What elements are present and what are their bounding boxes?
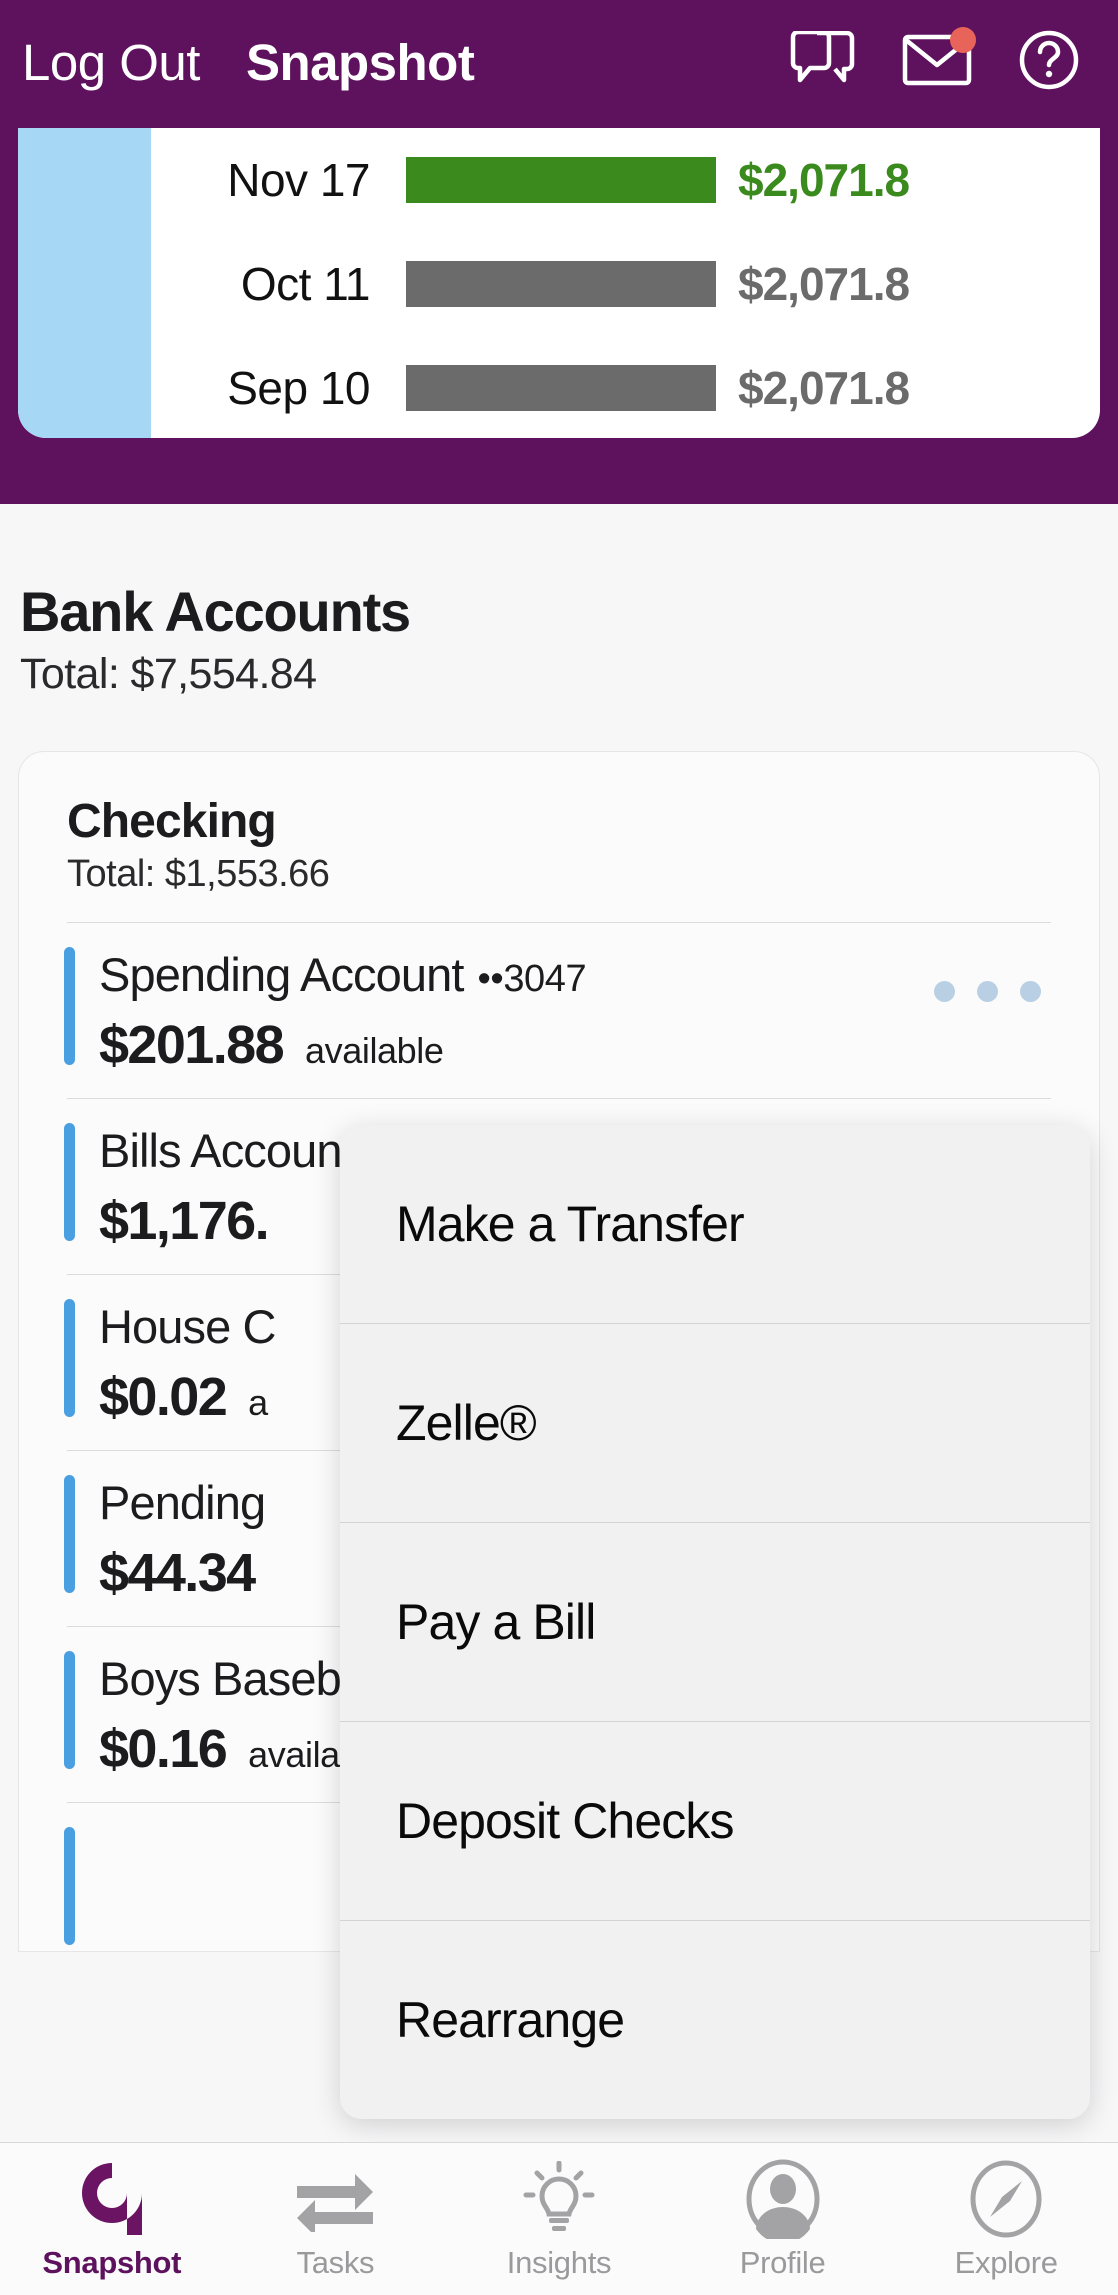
tab-label: Insights [507, 2245, 611, 2281]
dot [934, 981, 955, 1002]
chart-category-label: Oct 11 [18, 257, 406, 311]
menu-item-deposit-checks[interactable]: Deposit Checks [340, 1722, 1090, 1920]
chat-bubbles-icon[interactable] [790, 31, 856, 94]
tab-explore[interactable]: Explore [894, 2143, 1118, 2295]
account-accent-bar [64, 1475, 75, 1593]
tab-label: Profile [740, 2245, 826, 2281]
account-name: House C [99, 1299, 276, 1354]
app-header: Log Out Snapshot [0, 0, 1118, 124]
chart-value-label: $2,071.8 [738, 361, 909, 415]
group-total: Total: $1,553.66 [67, 853, 1099, 896]
transfer-arrows-icon [293, 2163, 377, 2235]
account-accent-bar [64, 1651, 75, 1769]
section-total: Total: $7,554.84 [20, 650, 1118, 699]
logout-button[interactable]: Log Out [22, 37, 200, 88]
page-title: Snapshot [246, 37, 474, 88]
account-amount-line: $201.88 available [99, 1014, 1099, 1076]
account-amount: $1,176. [99, 1190, 268, 1252]
account-accent-bar [64, 1299, 75, 1417]
header-icon-group [790, 29, 1080, 96]
tab-label: Explore [955, 2245, 1058, 2281]
menu-item-zelle[interactable]: Zelle® [340, 1324, 1090, 1522]
group-title: Checking [67, 794, 1099, 849]
section-title-bank-accounts: Bank Accounts [20, 579, 1118, 644]
account-name: Bills Account [99, 1123, 354, 1178]
account-context-menu: Make a Transfer Zelle® Pay a Bill Deposi… [340, 1125, 1090, 2119]
lightbulb-icon [521, 2163, 597, 2235]
unread-badge-dot [950, 27, 976, 53]
tab-tasks[interactable]: Tasks [224, 2143, 448, 2295]
account-availability: available [305, 1030, 444, 1072]
account-amount: $0.02 [99, 1366, 226, 1428]
account-accent-bar [64, 947, 75, 1065]
chart-category-label: Sep 10 [18, 361, 406, 415]
chart-bar [406, 261, 716, 307]
bottom-tab-bar: Snapshot Tasks Insights [0, 2142, 1118, 2295]
tab-snapshot[interactable]: Snapshot [0, 2143, 224, 2295]
checking-group-header: Checking Total: $1,553.66 [19, 752, 1099, 896]
account-name: Pending [99, 1475, 265, 1530]
chart-value-label: $2,071.8 [738, 153, 909, 207]
account-amount: $0.16 [99, 1718, 226, 1780]
chart-row: Oct 11 $2,071.8 [18, 232, 1100, 336]
account-name: Spending Account [99, 947, 464, 1002]
account-mask: ••3047 [478, 958, 587, 1001]
account-availability: a [248, 1382, 268, 1424]
account-accent-bar [64, 1123, 75, 1241]
snapshot-logo-icon [73, 2163, 151, 2235]
person-avatar-icon [745, 2163, 821, 2235]
compass-icon [968, 2163, 1044, 2235]
tab-label: Tasks [297, 2245, 375, 2281]
chart-bar [406, 365, 716, 411]
chart-rows: Nov 17 $2,071.8 Oct 11 $2,071.8 Sep 10 $… [18, 128, 1100, 438]
tab-insights[interactable]: Insights [447, 2143, 671, 2295]
envelope-icon[interactable] [902, 33, 972, 92]
balance-history-chart-card: Nov 17 $2,071.8 Oct 11 $2,071.8 Sep 10 $… [18, 128, 1100, 438]
help-question-icon[interactable] [1018, 29, 1080, 96]
tab-label: Snapshot [42, 2245, 181, 2281]
menu-item-rearrange[interactable]: Rearrange [340, 1921, 1090, 2119]
menu-item-pay-a-bill[interactable]: Pay a Bill [340, 1523, 1090, 1721]
account-row-spending[interactable]: Spending Account ••3047 $201.88 availabl… [19, 923, 1099, 1098]
account-amount: $44.34 [99, 1542, 255, 1604]
dot [977, 981, 998, 1002]
tab-profile[interactable]: Profile [671, 2143, 895, 2295]
chart-row: Nov 17 $2,071.8 [18, 128, 1100, 232]
chart-row: Sep 10 $2,071.8 [18, 336, 1100, 438]
app-root: Nov 17 $2,071.8 Oct 11 $2,071.8 Sep 10 $… [0, 0, 1118, 2295]
chart-value-label: $2,071.8 [738, 257, 909, 311]
chart-category-label: Nov 17 [18, 153, 406, 207]
account-amount: $201.88 [99, 1014, 283, 1076]
account-accent-bar [64, 1827, 75, 1945]
menu-item-make-a-transfer[interactable]: Make a Transfer [340, 1125, 1090, 1323]
dot [1020, 981, 1041, 1002]
account-overflow-menu-button[interactable] [934, 981, 1041, 1002]
chart-bar [406, 157, 716, 203]
